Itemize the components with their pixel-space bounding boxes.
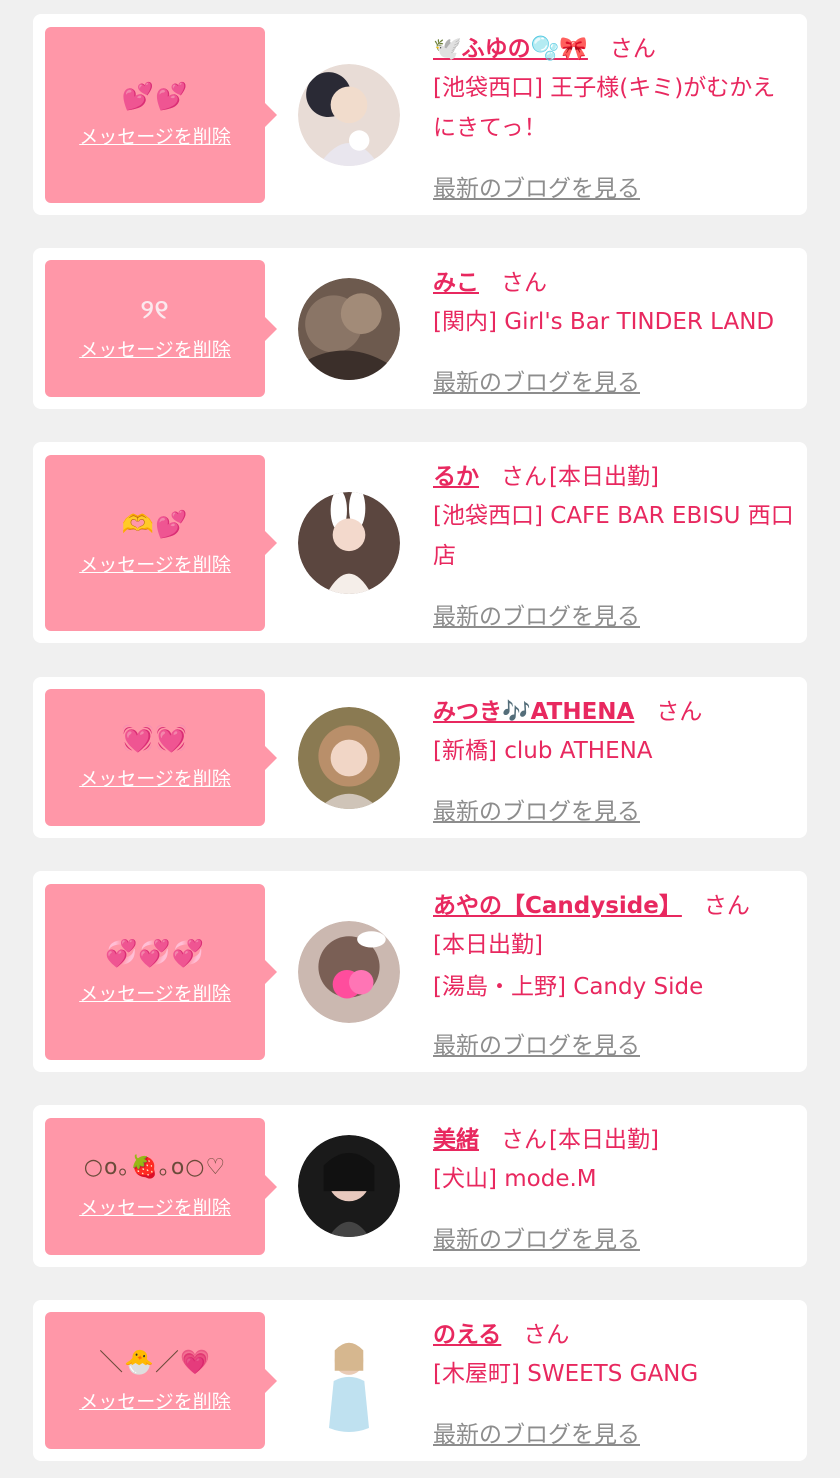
message-card: ○o｡🍓｡o○♡ メッセージを削除 美緒 さん[本日出勤] [犬山] mode.M… <box>33 1105 807 1267</box>
latest-blog-link[interactable]: 最新のブログを見る <box>433 370 640 396</box>
honorific: さん <box>703 893 750 919</box>
honorific: さん <box>656 699 703 725</box>
message-bubble: 💕💕 メッセージを削除 <box>45 27 277 203</box>
message-text: 💞💞💞 <box>104 938 206 969</box>
avatar[interactable] <box>298 492 400 594</box>
avatar[interactable] <box>298 1330 400 1432</box>
message-bubble: ୨୧ メッセージを削除 <box>45 260 277 397</box>
avatar[interactable] <box>298 278 400 380</box>
shop-name: [池袋西口] CAFE BAR EBISU 西口店 <box>433 503 794 569</box>
cast-name-link[interactable]: るか <box>433 464 479 490</box>
message-bubble: ＼🐣／💗 メッセージを削除 <box>45 1312 277 1449</box>
cast-name-link[interactable]: のえる <box>433 1322 501 1348</box>
latest-blog-link[interactable]: 最新のブログを見る <box>433 604 640 630</box>
message-text: ୨୧ <box>140 295 170 325</box>
shop-name: [新橋] club ATHENA <box>433 738 653 764</box>
honorific: さん <box>501 1127 547 1153</box>
shop-name: [池袋西口] 王子様(キミ)がむかえにきてっ！ <box>433 75 776 141</box>
message-card: 💞💞💞 メッセージを削除 あやの【Candyside】 さん [本日出勤] [湯島… <box>33 871 807 1072</box>
message-card: 💓💓 メッセージを削除 みつき🎶ATHENA さん [新橋] club ATHEN… <box>33 677 807 838</box>
latest-blog-link[interactable]: 最新のブログを見る <box>433 1227 640 1253</box>
message-text: 💓💓 <box>121 724 189 754</box>
cast-name-link[interactable]: 美緒 <box>433 1127 479 1153</box>
delete-message-link[interactable]: メッセージを削除 <box>79 979 231 1006</box>
avatar[interactable] <box>298 64 400 166</box>
shop-name: [犬山] mode.M <box>433 1166 597 1192</box>
latest-blog-link[interactable]: 最新のブログを見る <box>433 1033 640 1059</box>
honorific: さん <box>523 1322 570 1348</box>
delete-message-link[interactable]: メッセージを削除 <box>79 764 231 791</box>
avatar[interactable] <box>298 707 400 809</box>
message-text: ＼🐣／💗 <box>99 1348 211 1376</box>
avatar[interactable] <box>298 921 400 1023</box>
cast-name-link[interactable]: みつき🎶ATHENA <box>433 699 634 725</box>
message-text: 🫶💕 <box>121 509 189 540</box>
message-bubble: 💞💞💞 メッセージを削除 <box>45 884 277 1060</box>
message-text: ○o｡🍓｡o○♡ <box>83 1155 227 1180</box>
avatar[interactable] <box>298 1135 400 1237</box>
message-bubble: 🫶💕 メッセージを削除 <box>45 455 277 631</box>
latest-blog-link[interactable]: 最新のブログを見る <box>433 176 640 202</box>
message-list: 💕💕 メッセージを削除 🕊️ふゆの🫧🎀 さん [池袋西口] 王子様(キミ)がむかえ… <box>0 0 840 1478</box>
message-card: 🫶💕 メッセージを削除 るか さん[本日出勤] [池袋西口] CAFE BAR E… <box>33 442 807 643</box>
cast-name-link[interactable]: あやの【Candyside】 <box>433 893 682 919</box>
message-card: ＼🐣／💗 メッセージを削除 のえる さん [木屋町] SWEETS GANG 最新… <box>33 1300 807 1461</box>
delete-message-link[interactable]: メッセージを削除 <box>79 1387 231 1414</box>
status-badge: [本日出勤] <box>433 932 543 958</box>
status-badge: [本日出勤] <box>549 464 659 490</box>
honorific: さん <box>501 270 547 296</box>
message-card: ୨୧ メッセージを削除 みこ さん [関内] Girl's Bar TINDER … <box>33 248 807 409</box>
message-card: 💕💕 メッセージを削除 🕊️ふゆの🫧🎀 さん [池袋西口] 王子様(キミ)がむかえ… <box>33 14 807 215</box>
cast-name-link[interactable]: みこ <box>433 270 479 296</box>
honorific: さん <box>609 36 656 62</box>
message-bubble: ○o｡🍓｡o○♡ メッセージを削除 <box>45 1118 277 1255</box>
shop-name: [湯島・上野] Candy Side <box>433 974 704 1000</box>
honorific: さん <box>501 464 547 490</box>
shop-name: [木屋町] SWEETS GANG <box>433 1361 699 1387</box>
delete-message-link[interactable]: メッセージを削除 <box>79 335 231 362</box>
delete-message-link[interactable]: メッセージを削除 <box>79 550 231 577</box>
cast-name-link[interactable]: 🕊️ふゆの🫧🎀 <box>433 36 588 62</box>
status-badge: [本日出勤] <box>549 1127 659 1153</box>
latest-blog-link[interactable]: 最新のブログを見る <box>433 1422 640 1448</box>
message-bubble: 💓💓 メッセージを削除 <box>45 689 277 826</box>
delete-message-link[interactable]: メッセージを削除 <box>79 122 231 149</box>
message-text: 💕💕 <box>121 81 189 112</box>
delete-message-link[interactable]: メッセージを削除 <box>79 1193 231 1220</box>
shop-name: [関内] Girl's Bar TINDER LAND <box>433 309 775 335</box>
latest-blog-link[interactable]: 最新のブログを見る <box>433 799 640 825</box>
